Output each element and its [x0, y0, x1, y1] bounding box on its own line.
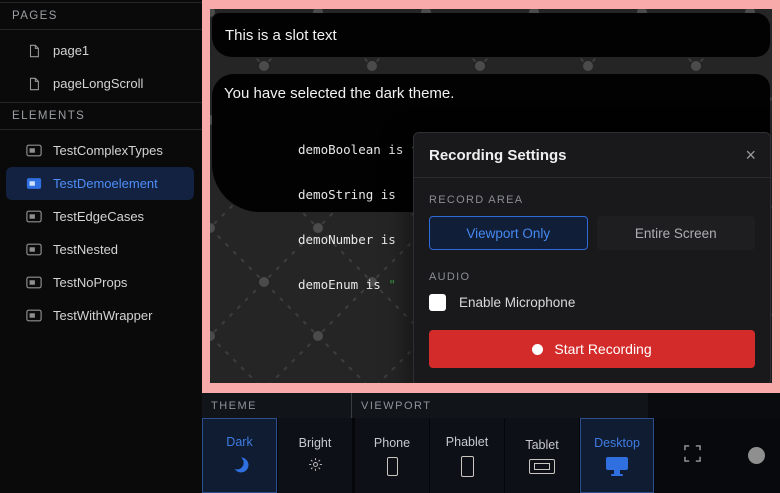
enable-microphone-row: Enable Microphone — [429, 294, 755, 311]
close-icon[interactable]: × — [745, 146, 756, 164]
record-circle-icon[interactable] — [748, 447, 765, 464]
sidebar-item-testwithwrapper[interactable]: TestWithWrapper — [0, 299, 202, 332]
component-icon — [26, 309, 42, 322]
toolbar-header-spacer — [648, 393, 780, 418]
fullscreen-icon[interactable] — [684, 445, 701, 467]
sidebar-item-testnested[interactable]: TestNested — [0, 233, 202, 266]
theme-bright-button[interactable]: Bright — [278, 418, 352, 493]
component-icon — [26, 210, 42, 223]
modal-body: RECORD AREA Viewport Only Entire Screen … — [414, 178, 770, 383]
audio-label: AUDIO — [429, 271, 755, 283]
component-icon — [26, 243, 42, 256]
code-value: " — [388, 277, 396, 292]
theme-dark-button[interactable]: Dark — [202, 418, 277, 493]
microphone-label: Enable Microphone — [459, 295, 575, 310]
demo-theme-text: You have selected the dark theme. — [224, 84, 758, 104]
preview-frame: This is a slot text You have selected th… — [202, 0, 780, 393]
record-area-options: Viewport Only Entire Screen — [429, 216, 755, 250]
sidebar-item-label: TestNoProps — [53, 275, 127, 290]
modal-header: Recording Settings × — [414, 133, 770, 178]
sidebar-item-label: TestComplexTypes — [53, 143, 163, 158]
sidebar-section-pages: PAGES — [0, 2, 202, 30]
sidebar-item-label: pageLongScroll — [53, 76, 143, 91]
sidebar: PAGES page1 pageLongScroll ELEMENTS Test… — [0, 0, 202, 493]
sidebar-section-elements: ELEMENTS — [0, 102, 202, 130]
sun-icon — [308, 457, 323, 475]
sidebar-item-testedgecases[interactable]: TestEdgeCases — [0, 200, 202, 233]
tablet-icon — [529, 459, 555, 474]
component-icon-selected — [26, 177, 42, 190]
sidebar-item-testcomplextypes[interactable]: TestComplexTypes — [0, 134, 202, 167]
elements-section-label: ELEMENTS — [12, 110, 85, 122]
modal-title: Recording Settings — [429, 147, 567, 164]
slot-text-bar: This is a slot text — [212, 13, 770, 57]
phablet-icon — [461, 456, 474, 477]
sidebar-item-pagelongscroll[interactable]: pageLongScroll — [0, 67, 202, 100]
microphone-checkbox[interactable] — [429, 294, 446, 311]
sidebar-item-label: TestEdgeCases — [53, 209, 144, 224]
toolbar-right-area — [655, 418, 780, 493]
sidebar-item-label: page1 — [53, 43, 89, 58]
record-dot-icon — [532, 344, 543, 355]
component-icon — [26, 144, 42, 157]
viewport-header: VIEWPORT — [352, 393, 648, 418]
bottom-toolbar: THEME VIEWPORT Dark Bright Pho — [202, 393, 780, 493]
recording-settings-modal: Recording Settings × RECORD AREA Viewpor… — [413, 132, 771, 383]
page-icon — [26, 77, 42, 91]
toolbar-buttons: Dark Bright Phone Phablet Tab — [202, 418, 780, 493]
viewport-only-button[interactable]: Viewport Only — [429, 216, 588, 250]
toolbar-header: THEME VIEWPORT — [202, 393, 780, 418]
sidebar-item-testdemoelement[interactable]: TestDemoelement — [6, 167, 194, 200]
pages-section-label: PAGES — [12, 10, 58, 22]
start-recording-button[interactable]: Start Recording — [429, 330, 755, 368]
sidebar-item-label: TestWithWrapper — [53, 308, 152, 323]
viewport-phablet-button[interactable]: Phablet — [430, 418, 504, 493]
viewport-phone-button[interactable]: Phone — [355, 418, 429, 493]
sidebar-item-label: TestDemoelement — [53, 176, 158, 191]
viewport-tablet-button[interactable]: Tablet — [505, 418, 579, 493]
sidebar-item-testnoprops[interactable]: TestNoProps — [0, 266, 202, 299]
theme-header: THEME — [202, 393, 352, 418]
entire-screen-button[interactable]: Entire Screen — [597, 216, 756, 250]
page-icon — [26, 44, 42, 58]
moon-icon — [231, 456, 249, 477]
sidebar-item-label: TestNested — [53, 242, 118, 257]
app-window: PAGES page1 pageLongScroll ELEMENTS Test… — [0, 0, 780, 493]
desktop-icon — [606, 457, 628, 476]
record-area-label: RECORD AREA — [429, 194, 755, 206]
component-icon — [26, 276, 42, 289]
slot-text: This is a slot text — [225, 27, 337, 44]
sidebar-item-page1[interactable]: page1 — [0, 34, 202, 67]
phone-icon — [387, 457, 398, 476]
preview-canvas: This is a slot text You have selected th… — [210, 9, 772, 383]
viewport-desktop-button[interactable]: Desktop — [580, 418, 654, 493]
